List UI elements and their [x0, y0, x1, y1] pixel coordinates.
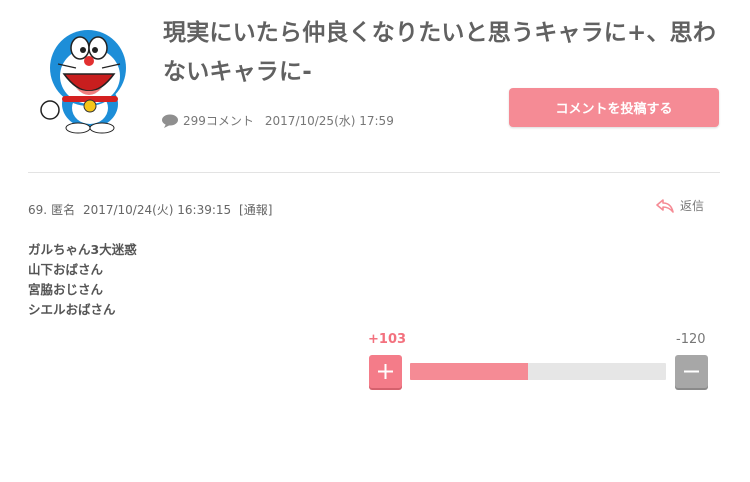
post-comment-button[interactable]: コメントを投稿する [509, 88, 719, 127]
plus-count: +103 [368, 332, 407, 347]
comment-header: 69. 匿名 2017/10/24(火) 16:39:15 [通報] [28, 201, 276, 218]
plus-vote-button[interactable] [369, 355, 402, 388]
speech-bubble-icon [162, 114, 178, 128]
minus-icon [684, 370, 699, 373]
vote-ratio-fill [410, 363, 529, 380]
reply-arrow-icon [656, 198, 674, 213]
minus-count: -120 [676, 332, 706, 347]
topic-title: 現実にいたら仲良くなりたいと思うキャラに+、思わないキャラに- [163, 20, 717, 85]
plus-icon [378, 364, 393, 379]
comment-line: 宮脇おじさん [28, 282, 104, 297]
topic-thumbnail [28, 16, 146, 134]
comment-number: 69. [28, 203, 48, 217]
reply-label: 返信 [680, 199, 705, 213]
topic-date: 2017/10/25(水) 17:59 [264, 114, 394, 128]
comment-body: ガルちゃん3大迷惑 山下おばさん 宮脇おじさん シエルおばさん [28, 240, 137, 320]
divider [28, 172, 720, 173]
report-link[interactable]: [通報] [239, 203, 272, 217]
reply-button[interactable]: 返信 [656, 197, 704, 214]
minus-vote-button[interactable] [675, 355, 708, 388]
comment-line: 山下おばさん [28, 262, 104, 277]
comment-author: 匿名 [51, 203, 76, 217]
comment-count[interactable]: 299コメント [183, 112, 254, 129]
topic-meta: 299コメント 2017/10/25(水) 17:59 [161, 112, 394, 129]
doraemon-icon [40, 30, 126, 134]
comment-datetime: 2017/10/24(火) 16:39:15 [82, 203, 232, 217]
vote-ratio-bar [410, 363, 666, 380]
comment-line: シエルおばさん [28, 302, 116, 317]
comment-line: ガルちゃん3大迷惑 [28, 242, 137, 257]
